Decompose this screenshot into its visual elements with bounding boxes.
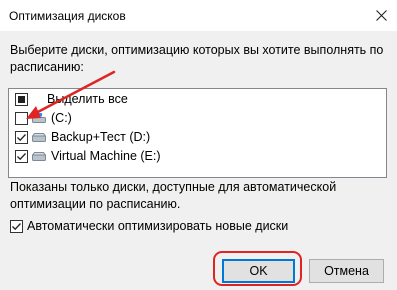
drive-row-d[interactable]: Backup+Тест (D:) <box>15 127 150 147</box>
window-title: Оптимизация дисков <box>9 9 126 23</box>
windows-drive-icon <box>32 113 46 123</box>
check-icon <box>17 152 26 160</box>
auto-optimize-checkbox[interactable] <box>10 219 23 233</box>
prompt-text: Выберите диски, оптимизацию которых вы х… <box>10 43 384 74</box>
check-icon <box>17 133 26 141</box>
auto-optimize-row[interactable]: Автоматически оптимизировать новые диски <box>10 217 288 235</box>
ok-button[interactable]: OK <box>222 259 295 283</box>
check-icon <box>12 222 21 230</box>
drive-row-c[interactable]: (C:) <box>15 108 72 128</box>
drive-c-checkbox[interactable] <box>15 111 28 125</box>
drive-e-label: Virtual Machine (E:) <box>51 149 161 163</box>
auto-optimize-label: Автоматически оптимизировать новые диски <box>27 219 289 233</box>
select-all-row[interactable]: Выделить все <box>15 89 128 109</box>
drive-list[interactable]: Выделить все (C:) Backup+Тест (D:) Virtu… <box>8 88 387 178</box>
drive-d-label: Backup+Тест (D:) <box>51 130 151 144</box>
button-bar: OK Отмена <box>0 247 397 290</box>
select-all-label: Выделить все <box>47 92 128 106</box>
drive-row-e[interactable]: Virtual Machine (E:) <box>15 146 161 166</box>
title-bar: Оптимизация дисков <box>0 0 397 31</box>
dialog-content: Выберите диски, оптимизацию которых вы х… <box>0 31 397 290</box>
drive-d-checkbox[interactable] <box>15 130 28 144</box>
drive-c-label: (C:) <box>51 111 72 125</box>
cancel-button[interactable]: Отмена <box>309 259 384 283</box>
info-note: Показаны только диски, доступные для авт… <box>10 180 337 211</box>
drive-e-checkbox[interactable] <box>15 149 28 163</box>
close-icon <box>375 10 387 21</box>
drive-icon <box>32 152 46 161</box>
close-button[interactable] <box>366 1 396 30</box>
drive-icon <box>32 133 46 142</box>
select-all-checkbox[interactable] <box>15 92 28 106</box>
